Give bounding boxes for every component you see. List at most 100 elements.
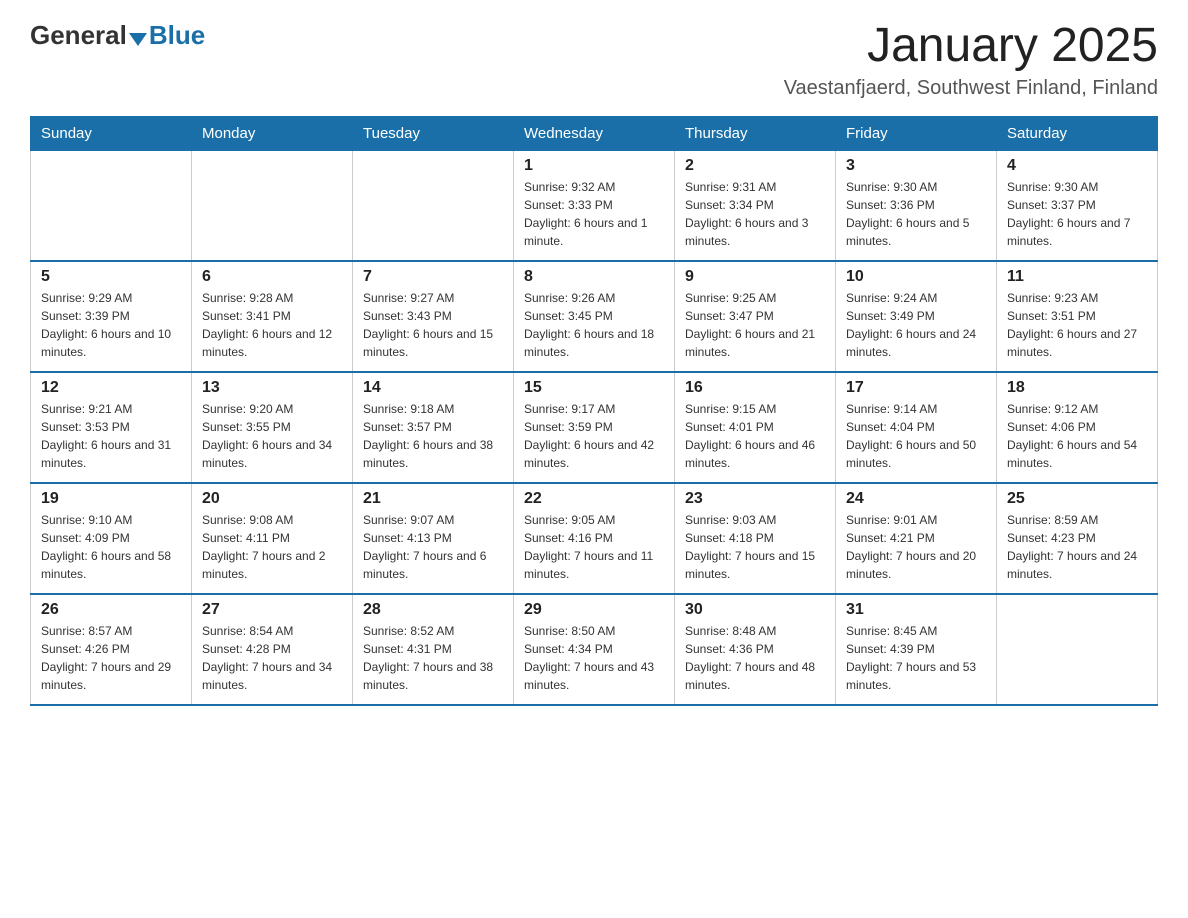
day-number: 6 xyxy=(202,268,342,286)
calendar-cell: 1Sunrise: 9:32 AM Sunset: 3:33 PM Daylig… xyxy=(514,150,675,261)
header-tuesday: Tuesday xyxy=(353,116,514,150)
calendar-week-row: 5 Sunrise: 9:29 AM Sunset: 3:39 PM Daylig… xyxy=(31,261,1158,372)
calendar-cell: 25 Sunrise: 8:59 AM Sunset: 4:23 PM Dayli… xyxy=(997,483,1158,594)
day-number: 5 xyxy=(41,268,181,286)
calendar-cell: 26 Sunrise: 8:57 AM Sunset: 4:26 PM Dayli… xyxy=(31,594,192,705)
calendar-cell: 22 Sunrise: 9:05 AM Sunset: 4:16 PM Dayli… xyxy=(514,483,675,594)
calendar-cell xyxy=(192,150,353,261)
day-number: 24 xyxy=(846,490,986,508)
day-info: Sunrise: 9:28 AM Sunset: 3:41 PM Dayligh… xyxy=(202,289,342,361)
day-number: 2 xyxy=(685,157,825,175)
day-number: 7 xyxy=(363,268,503,286)
calendar-cell: 23 Sunrise: 9:03 AM Sunset: 4:18 PM Dayli… xyxy=(675,483,836,594)
calendar-week-row: 26 Sunrise: 8:57 AM Sunset: 4:26 PM Dayli… xyxy=(31,594,1158,705)
day-info: Sunrise: 9:31 AM Sunset: 3:34 PM Dayligh… xyxy=(685,178,825,250)
calendar-cell: 13 Sunrise: 9:20 AM Sunset: 3:55 PM Dayli… xyxy=(192,372,353,483)
day-info: Sunrise: 9:30 AM Sunset: 3:37 PM Dayligh… xyxy=(1007,178,1147,250)
day-info: Sunrise: 9:25 AM Sunset: 3:47 PM Dayligh… xyxy=(685,289,825,361)
calendar-cell: 6 Sunrise: 9:28 AM Sunset: 3:41 PM Daylig… xyxy=(192,261,353,372)
day-info: Sunrise: 8:57 AM Sunset: 4:26 PM Dayligh… xyxy=(41,622,181,694)
calendar-cell: 18 Sunrise: 9:12 AM Sunset: 4:06 PM Dayli… xyxy=(997,372,1158,483)
calendar-cell: 9 Sunrise: 9:25 AM Sunset: 3:47 PM Daylig… xyxy=(675,261,836,372)
calendar-cell: 4 Sunrise: 9:30 AM Sunset: 3:37 PM Daylig… xyxy=(997,150,1158,261)
day-info: Sunrise: 8:48 AM Sunset: 4:36 PM Dayligh… xyxy=(685,622,825,694)
day-number: 21 xyxy=(363,490,503,508)
title-block: January 2025 Vaestanfjaerd, Southwest Fi… xyxy=(784,20,1158,100)
day-info: Sunrise: 9:17 AM Sunset: 3:59 PM Dayligh… xyxy=(524,400,664,472)
day-number: 23 xyxy=(685,490,825,508)
calendar-cell: 10 Sunrise: 9:24 AM Sunset: 3:49 PM Dayli… xyxy=(836,261,997,372)
day-number: 30 xyxy=(685,601,825,619)
location-subtitle: Vaestanfjaerd, Southwest Finland, Finlan… xyxy=(784,77,1158,100)
day-number: 22 xyxy=(524,490,664,508)
day-number: 3 xyxy=(846,157,986,175)
calendar-cell xyxy=(353,150,514,261)
calendar-week-row: 1Sunrise: 9:32 AM Sunset: 3:33 PM Daylig… xyxy=(31,150,1158,261)
header-saturday: Saturday xyxy=(997,116,1158,150)
calendar-week-row: 12 Sunrise: 9:21 AM Sunset: 3:53 PM Dayli… xyxy=(31,372,1158,483)
day-number: 20 xyxy=(202,490,342,508)
calendar-cell: 8 Sunrise: 9:26 AM Sunset: 3:45 PM Daylig… xyxy=(514,261,675,372)
day-number: 18 xyxy=(1007,379,1147,397)
day-info: Sunrise: 9:03 AM Sunset: 4:18 PM Dayligh… xyxy=(685,511,825,583)
logo: General Blue xyxy=(30,20,205,51)
calendar-cell: 19 Sunrise: 9:10 AM Sunset: 4:09 PM Dayli… xyxy=(31,483,192,594)
day-info: Sunrise: 9:24 AM Sunset: 3:49 PM Dayligh… xyxy=(846,289,986,361)
day-number: 10 xyxy=(846,268,986,286)
day-info: Sunrise: 9:32 AM Sunset: 3:33 PM Dayligh… xyxy=(524,178,664,250)
header-wednesday: Wednesday xyxy=(514,116,675,150)
day-info: Sunrise: 9:05 AM Sunset: 4:16 PM Dayligh… xyxy=(524,511,664,583)
calendar-cell: 16 Sunrise: 9:15 AM Sunset: 4:01 PM Dayli… xyxy=(675,372,836,483)
header-sunday: Sunday xyxy=(31,116,192,150)
calendar-cell: 5 Sunrise: 9:29 AM Sunset: 3:39 PM Daylig… xyxy=(31,261,192,372)
calendar-header-row: SundayMondayTuesdayWednesdayThursdayFrid… xyxy=(31,116,1158,150)
day-info: Sunrise: 8:59 AM Sunset: 4:23 PM Dayligh… xyxy=(1007,511,1147,583)
header-friday: Friday xyxy=(836,116,997,150)
calendar-cell: 27Sunrise: 8:54 AM Sunset: 4:28 PM Dayli… xyxy=(192,594,353,705)
day-info: Sunrise: 9:26 AM Sunset: 3:45 PM Dayligh… xyxy=(524,289,664,361)
day-number: 12 xyxy=(41,379,181,397)
day-number: 15 xyxy=(524,379,664,397)
day-number: 17 xyxy=(846,379,986,397)
calendar-cell: 21 Sunrise: 9:07 AM Sunset: 4:13 PM Dayli… xyxy=(353,483,514,594)
day-number: 16 xyxy=(685,379,825,397)
calendar-cell: 11Sunrise: 9:23 AM Sunset: 3:51 PM Dayli… xyxy=(997,261,1158,372)
calendar-cell: 2 Sunrise: 9:31 AM Sunset: 3:34 PM Daylig… xyxy=(675,150,836,261)
calendar-cell: 15 Sunrise: 9:17 AM Sunset: 3:59 PM Dayli… xyxy=(514,372,675,483)
day-info: Sunrise: 9:23 AM Sunset: 3:51 PM Dayligh… xyxy=(1007,289,1147,361)
day-info: Sunrise: 9:30 AM Sunset: 3:36 PM Dayligh… xyxy=(846,178,986,250)
header-thursday: Thursday xyxy=(675,116,836,150)
day-info: Sunrise: 9:18 AM Sunset: 3:57 PM Dayligh… xyxy=(363,400,503,472)
day-info: Sunrise: 9:15 AM Sunset: 4:01 PM Dayligh… xyxy=(685,400,825,472)
calendar-table: SundayMondayTuesdayWednesdayThursdayFrid… xyxy=(30,116,1158,706)
day-number: 31 xyxy=(846,601,986,619)
day-info: Sunrise: 9:20 AM Sunset: 3:55 PM Dayligh… xyxy=(202,400,342,472)
calendar-cell: 17 Sunrise: 9:14 AM Sunset: 4:04 PM Dayli… xyxy=(836,372,997,483)
day-number: 25 xyxy=(1007,490,1147,508)
day-info: Sunrise: 9:21 AM Sunset: 3:53 PM Dayligh… xyxy=(41,400,181,472)
day-number: 26 xyxy=(41,601,181,619)
calendar-cell: 14 Sunrise: 9:18 AM Sunset: 3:57 PM Dayli… xyxy=(353,372,514,483)
day-info: Sunrise: 9:29 AM Sunset: 3:39 PM Dayligh… xyxy=(41,289,181,361)
day-info: Sunrise: 9:07 AM Sunset: 4:13 PM Dayligh… xyxy=(363,511,503,583)
calendar-cell: 3 Sunrise: 9:30 AM Sunset: 3:36 PM Daylig… xyxy=(836,150,997,261)
day-info: Sunrise: 9:14 AM Sunset: 4:04 PM Dayligh… xyxy=(846,400,986,472)
day-info: Sunrise: 9:10 AM Sunset: 4:09 PM Dayligh… xyxy=(41,511,181,583)
logo-blue-label: Blue xyxy=(149,20,205,51)
day-number: 14 xyxy=(363,379,503,397)
calendar-cell: 7Sunrise: 9:27 AM Sunset: 3:43 PM Daylig… xyxy=(353,261,514,372)
logo-general-text: General xyxy=(30,20,127,51)
day-number: 4 xyxy=(1007,157,1147,175)
day-info: Sunrise: 9:12 AM Sunset: 4:06 PM Dayligh… xyxy=(1007,400,1147,472)
day-number: 13 xyxy=(202,379,342,397)
day-info: Sunrise: 9:08 AM Sunset: 4:11 PM Dayligh… xyxy=(202,511,342,583)
day-info: Sunrise: 8:52 AM Sunset: 4:31 PM Dayligh… xyxy=(363,622,503,694)
day-number: 9 xyxy=(685,268,825,286)
day-number: 19 xyxy=(41,490,181,508)
calendar-week-row: 19 Sunrise: 9:10 AM Sunset: 4:09 PM Dayli… xyxy=(31,483,1158,594)
calendar-cell: 20 Sunrise: 9:08 AM Sunset: 4:11 PM Dayli… xyxy=(192,483,353,594)
day-number: 8 xyxy=(524,268,664,286)
calendar-cell: 24Sunrise: 9:01 AM Sunset: 4:21 PM Dayli… xyxy=(836,483,997,594)
logo-blue-text: Blue xyxy=(127,20,205,51)
day-info: Sunrise: 8:45 AM Sunset: 4:39 PM Dayligh… xyxy=(846,622,986,694)
